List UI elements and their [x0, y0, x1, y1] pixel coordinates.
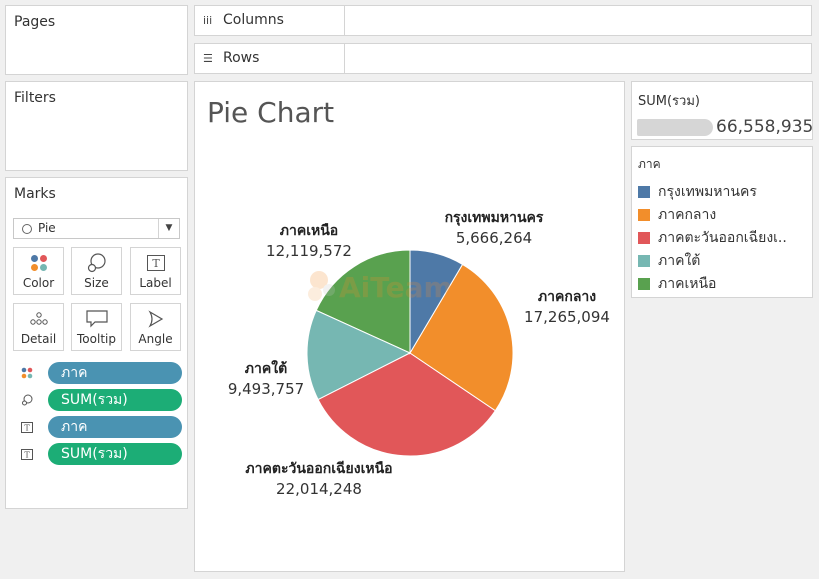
mark-type-dropdown[interactable]: Pie ▼: [13, 218, 180, 239]
legend-swatch: [638, 255, 650, 267]
pie-label-value: 22,014,248: [276, 480, 362, 498]
size-icon: [72, 250, 121, 276]
columns-label-text: Columns: [223, 12, 284, 28]
pie-label-category: ภาคใต้: [244, 361, 288, 377]
detail-button[interactable]: Detail: [13, 303, 64, 351]
legend-label: ภาคใต้: [658, 253, 701, 269]
svg-text:T: T: [24, 423, 30, 432]
size-pill[interactable]: SUM(รวม): [48, 389, 182, 411]
pie-label: กรุงเทพมหานคร 5,666,264: [427, 207, 561, 247]
legend-swatch: [638, 278, 650, 290]
color-button-label: Color: [22, 276, 55, 290]
color-pill[interactable]: ภาค: [48, 362, 182, 384]
filters-card[interactable]: Filters: [5, 81, 188, 171]
legend-label: ภาคตะวันออกเฉียงเ..: [658, 230, 787, 246]
pie-label: ภาคใต้ 9,493,757: [221, 358, 311, 398]
pie-label: ภาคตะวันออกเฉียงเหนือ 22,014,248: [223, 458, 415, 498]
pie-label-value: 17,265,094: [524, 308, 610, 326]
pie-label-category: กรุงเทพมหานคร: [444, 210, 544, 226]
legend-label: ภาคกลาง: [658, 207, 717, 223]
size-button-label: Size: [84, 276, 109, 290]
columns-icon: iii: [203, 14, 213, 27]
rows-shelf-label: ☰ Rows: [195, 44, 345, 73]
rows-icon: ☰: [203, 52, 213, 65]
color-dots-icon: [20, 366, 34, 380]
pages-card[interactable]: Pages: [5, 5, 188, 75]
filters-card-title: Filters: [14, 90, 56, 106]
pie-label-category: ภาคกลาง: [537, 289, 597, 305]
color-dots-icon: [14, 250, 63, 276]
pie-label-category: ภาคตะวันออกเฉียงเหนือ: [245, 461, 393, 477]
svg-text:T: T: [24, 450, 30, 459]
label-button-label: Label: [139, 276, 172, 290]
svg-text:T: T: [152, 257, 160, 270]
legend-label: ภาคเหนือ: [658, 276, 717, 292]
angle-button[interactable]: Angle: [130, 303, 181, 351]
tooltip-button-label: Tooltip: [77, 332, 116, 346]
pages-card-title: Pages: [14, 14, 56, 30]
pie-label-value: 9,493,757: [227, 380, 305, 398]
pie-label: ภาคกลาง 17,265,094: [507, 286, 627, 326]
pie-icon: [22, 224, 32, 234]
color-button[interactable]: Color: [13, 247, 64, 295]
detail-button-label: Detail: [20, 332, 57, 346]
legend-swatch: [638, 186, 650, 198]
legend-swatch: [638, 209, 650, 221]
angle-icon: [131, 306, 180, 332]
columns-shelf[interactable]: iii Columns: [194, 5, 812, 36]
legend-label: กรุงเทพมหานคร: [658, 184, 757, 200]
pie-label: ภาคเหนือ 12,119,572: [257, 220, 361, 260]
worksheet-view[interactable]: Pie Chart AiTeam กรุงเทพมหานคร 5,666,264…: [194, 81, 625, 572]
size-legend[interactable]: SUM(รวม) 66,558,935: [631, 81, 813, 140]
label-icon: T: [131, 250, 180, 276]
label-pill[interactable]: SUM(รวม): [48, 443, 182, 465]
mark-type-value: Pie: [38, 221, 56, 235]
size-button[interactable]: Size: [71, 247, 122, 295]
label-pill[interactable]: ภาค: [48, 416, 182, 438]
rows-label-text: Rows: [223, 50, 260, 66]
tooltip-icon: [72, 306, 121, 332]
svg-text:AiTeam: AiTeam: [339, 271, 453, 304]
angle-button-label: Angle: [138, 332, 173, 346]
pie-label-category: ภาคเหนือ: [279, 223, 339, 239]
size-legend-bar: [637, 119, 713, 136]
pie-label-value: 5,666,264: [455, 229, 533, 247]
tooltip-button[interactable]: Tooltip: [71, 303, 122, 351]
label-button[interactable]: T Label: [130, 247, 181, 295]
color-legend-title: ภาค: [638, 157, 661, 171]
legend-swatch: [638, 232, 650, 244]
rows-shelf[interactable]: ☰ Rows: [194, 43, 812, 74]
size-legend-title: SUM(รวม): [638, 94, 700, 109]
size-legend-max-value: 66,558,935: [716, 117, 814, 137]
detail-dots-icon: [14, 306, 63, 332]
marks-card-title: Marks: [14, 186, 56, 202]
marks-card: Marks Pie ▼ Color Size T Label Detail To…: [5, 177, 188, 509]
label-icon: T: [20, 420, 34, 434]
size-icon: [20, 393, 34, 407]
columns-shelf-label: iii Columns: [195, 6, 345, 35]
label-icon: T: [20, 447, 34, 461]
color-legend[interactable]: ภาค กรุงเทพมหานคร ภาคกลาง ภาคตะวันออกเฉี…: [631, 146, 813, 298]
chevron-down-icon[interactable]: ▼: [158, 219, 179, 238]
pie-label-value: 12,119,572: [266, 242, 352, 260]
